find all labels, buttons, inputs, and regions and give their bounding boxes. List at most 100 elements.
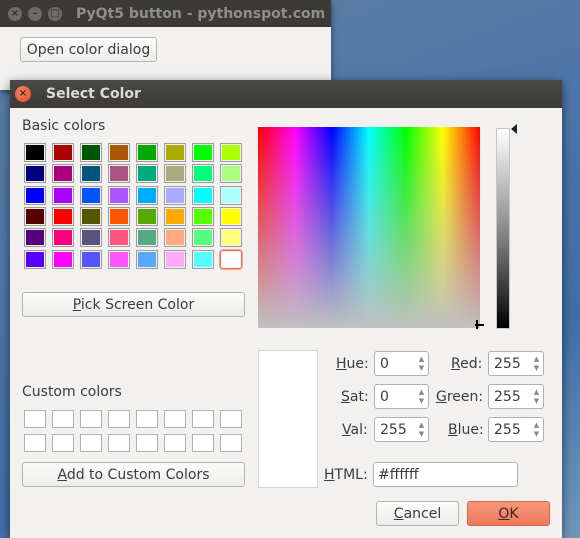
spin-arrows-icon[interactable]: ▲ ▼ [415,352,428,375]
basic-color-swatch[interactable] [220,249,242,269]
custom-color-swatch[interactable] [164,410,186,428]
custom-color-swatch[interactable] [220,410,242,428]
basic-color-swatch[interactable] [192,228,214,248]
basic-color-swatch[interactable] [220,164,242,184]
custom-color-swatch[interactable] [108,410,130,428]
basic-color-swatch[interactable] [52,143,74,162]
luminance-arrow-icon[interactable] [511,124,517,134]
basic-color-swatch[interactable] [24,164,46,184]
button-label: K [509,505,519,522]
basic-color-swatch[interactable] [80,164,102,184]
custom-color-swatch[interactable] [52,410,74,428]
basic-color-swatch[interactable] [192,185,214,205]
basic-color-swatch[interactable] [24,206,46,226]
mnemonic: S [341,389,350,405]
basic-color-swatch[interactable] [164,143,186,162]
basic-color-swatch[interactable] [52,164,74,184]
open-color-dialog-button[interactable]: Open color dialog [20,37,157,62]
swatch-fill [26,208,44,224]
val-spinbox[interactable]: 255 ▲ ▼ [374,417,429,442]
html-input[interactable]: #ffffff [373,462,518,487]
basic-color-swatch[interactable] [24,228,46,248]
custom-color-swatch[interactable] [108,434,130,452]
basic-color-swatch[interactable] [80,206,102,226]
swatch-fill [194,187,212,203]
basic-color-swatch[interactable] [220,206,242,226]
basic-color-swatch[interactable] [24,249,46,269]
basic-color-swatch[interactable] [108,228,130,248]
red-spinbox[interactable]: 255 ▲ ▼ [488,351,544,376]
cancel-button[interactable]: Cancel [376,501,459,526]
basic-color-swatch[interactable] [80,249,102,269]
basic-color-swatch[interactable] [52,249,74,269]
spin-arrows-icon[interactable]: ▲ ▼ [530,385,543,408]
basic-color-swatch[interactable] [52,206,74,226]
basic-color-swatch[interactable] [52,185,74,205]
custom-color-swatch[interactable] [192,434,214,452]
ok-button[interactable]: OK [467,501,550,526]
basic-color-swatch[interactable] [136,249,158,269]
basic-color-swatch[interactable] [192,164,214,184]
color-spectrum[interactable] [258,127,484,329]
basic-color-swatch[interactable] [136,206,158,226]
maximize-icon[interactable]: □ [48,6,62,21]
custom-color-swatch[interactable] [80,410,102,428]
custom-color-swatch[interactable] [164,434,186,452]
basic-color-swatch[interactable] [108,143,130,162]
spin-arrows-icon[interactable]: ▲ ▼ [415,418,428,441]
basic-color-swatch[interactable] [52,228,74,248]
minimize-icon[interactable]: – [28,6,42,21]
custom-color-swatch[interactable] [24,434,46,452]
custom-color-swatch[interactable] [136,410,158,428]
custom-color-swatch[interactable] [80,434,102,452]
basic-color-swatch[interactable] [80,185,102,205]
close-icon[interactable]: × [8,6,22,21]
custom-color-swatch[interactable] [220,434,242,452]
basic-color-swatch[interactable] [164,185,186,205]
basic-color-swatch[interactable] [220,185,242,205]
blue-spinbox[interactable]: 255 ▲ ▼ [488,417,544,442]
basic-color-swatch[interactable] [108,185,130,205]
add-to-custom-colors-button[interactable]: Add to Custom Colors [22,462,245,487]
basic-color-swatch[interactable] [220,228,242,248]
basic-color-swatch[interactable] [164,164,186,184]
custom-color-swatch[interactable] [136,434,158,452]
val-label: Val: [342,422,368,438]
swatch-fill [222,230,240,246]
basic-color-swatch[interactable] [80,228,102,248]
luminance-slider[interactable] [496,128,510,329]
basic-color-swatch[interactable] [136,143,158,162]
mnemonic: V [342,422,351,438]
hue-spinbox[interactable]: 0 ▲ ▼ [374,351,429,376]
basic-color-swatch[interactable] [136,185,158,205]
sat-label: Sat: [341,389,369,405]
spin-arrows-icon[interactable]: ▲ ▼ [530,352,543,375]
basic-color-swatch[interactable] [108,249,130,269]
basic-color-swatch[interactable] [164,206,186,226]
swatch-fill [110,230,128,246]
custom-color-swatch[interactable] [24,410,46,428]
basic-color-swatch[interactable] [164,249,186,269]
basic-color-swatch[interactable] [108,164,130,184]
close-icon[interactable]: × [15,86,31,102]
basic-color-swatch[interactable] [108,206,130,226]
basic-color-swatch[interactable] [192,249,214,269]
swatch-fill [54,208,72,224]
basic-color-swatch[interactable] [24,185,46,205]
green-spinbox[interactable]: 255 ▲ ▼ [488,384,544,409]
basic-color-swatch[interactable] [24,143,46,162]
pick-screen-color-button[interactable]: Pick Screen Color [22,292,245,317]
spin-arrows-icon[interactable]: ▲ ▼ [530,418,543,441]
custom-color-swatch[interactable] [52,434,74,452]
basic-color-swatch[interactable] [192,206,214,226]
basic-color-swatch[interactable] [164,228,186,248]
sat-spinbox[interactable]: 0 ▲ ▼ [374,384,429,409]
button-label: dd to Custom Colors [66,466,210,483]
custom-color-swatch[interactable] [192,410,214,428]
basic-color-swatch[interactable] [136,228,158,248]
basic-color-swatch[interactable] [220,143,242,162]
basic-color-swatch[interactable] [136,164,158,184]
spin-arrows-icon[interactable]: ▲ ▼ [415,385,428,408]
basic-color-swatch[interactable] [192,143,214,162]
basic-color-swatch[interactable] [80,143,102,162]
